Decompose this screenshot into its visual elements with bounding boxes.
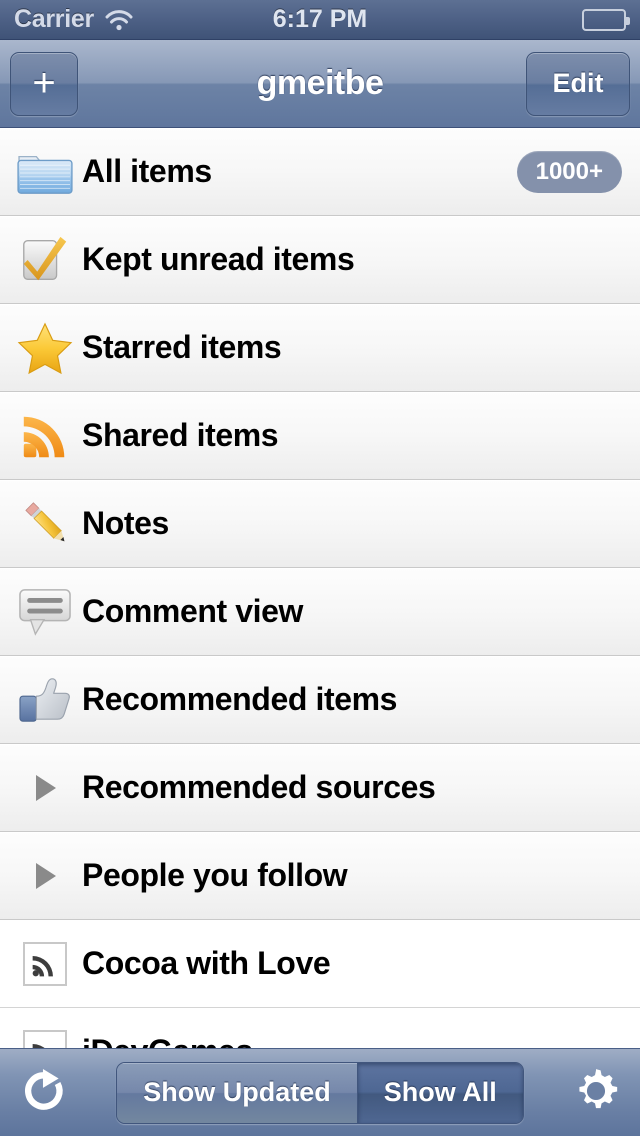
list-item[interactable]: Notes <box>0 480 640 568</box>
star-icon <box>14 317 76 379</box>
checkmark-icon <box>14 229 76 291</box>
list-item-label: Notes <box>82 505 169 541</box>
list-item[interactable]: All items 1000+ <box>0 128 640 216</box>
feed-list[interactable]: All items 1000+ Kept unread items Starred… <box>0 128 640 1072</box>
list-item-label: All items <box>82 153 212 189</box>
segment-show-updated[interactable]: Show Updated <box>117 1062 357 1123</box>
list-item[interactable]: Kept unread items <box>0 216 640 304</box>
comment-icon <box>14 581 76 643</box>
list-item-label: Comment view <box>82 593 304 629</box>
list-item[interactable]: Comment view <box>0 568 640 656</box>
settings-button[interactable] <box>568 1065 624 1121</box>
list-item-label: Kept unread items <box>82 241 355 277</box>
unread-count-badge: 1000+ <box>516 150 622 193</box>
list-item[interactable]: Recommended items <box>0 656 640 744</box>
list-item[interactable]: Starred items <box>0 304 640 392</box>
refresh-icon <box>21 1068 67 1117</box>
app-screen: Carrier 6:17 PM + gmeitbe Edit All items… <box>0 0 640 1136</box>
list-item[interactable]: People you follow <box>0 832 640 920</box>
pencil-icon <box>14 493 76 555</box>
list-item[interactable]: Shared items <box>0 392 640 480</box>
list-item-label: People you follow <box>82 857 348 893</box>
list-item-label: Cocoa with Love <box>82 945 331 981</box>
bottom-toolbar: Show Updated Show All <box>0 1048 640 1136</box>
feed-favicon <box>14 933 76 995</box>
segment-show-all[interactable]: Show All <box>356 1062 523 1123</box>
list-item-label: Recommended items <box>82 681 398 717</box>
list-item[interactable]: Cocoa with Love <box>0 920 640 1008</box>
list-item[interactable]: Recommended sources <box>0 744 640 832</box>
status-bar-right <box>582 8 630 31</box>
add-subscription-button[interactable]: + <box>10 51 78 116</box>
list-item-label: Recommended sources <box>82 769 436 805</box>
refresh-button[interactable] <box>16 1065 72 1121</box>
battery-icon <box>582 8 630 31</box>
folder-icon <box>14 141 76 203</box>
thumbs-up-icon <box>14 669 76 731</box>
rss-icon <box>14 405 76 467</box>
list-item-label: Shared items <box>82 417 279 453</box>
filter-segmented-control[interactable]: Show Updated Show All <box>116 1061 524 1124</box>
disclosure-triangle-icon <box>14 757 76 819</box>
edit-button[interactable]: Edit <box>526 51 630 116</box>
clock-label: 6:17 PM <box>272 5 368 33</box>
status-bar: Carrier 6:17 PM <box>0 0 640 40</box>
list-item-label: Starred items <box>82 329 282 365</box>
navigation-bar: + gmeitbe Edit <box>0 40 640 128</box>
disclosure-triangle-icon <box>14 845 76 907</box>
gear-icon <box>572 1067 620 1118</box>
